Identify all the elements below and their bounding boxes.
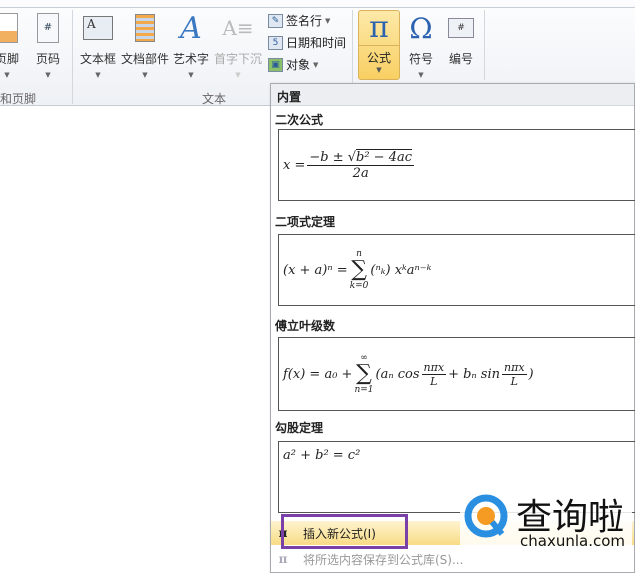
signature-icon: ✎ [268, 13, 283, 28]
save-equation-icon: π [278, 552, 288, 566]
object-button[interactable]: ▣ 对象 ▼ [268, 56, 318, 73]
page-number-icon: # [37, 13, 59, 43]
binomial-theorem-item[interactable]: (x + a)ⁿ = n ∑ k=0 (ⁿₖ) xᵏaⁿ⁻ᵏ [278, 234, 635, 306]
textbox-button[interactable]: A 文本框 ▼ [78, 12, 118, 79]
number-button[interactable]: # 编号 [443, 10, 479, 67]
signature-line-button[interactable]: ✎ 签名行 ▼ [268, 12, 330, 29]
dropcap-button[interactable]: A≡ 首字下沉 ▼ [213, 12, 263, 79]
symbol-button[interactable]: Ω 符号 ▼ [403, 10, 439, 80]
quick-parts-icon [135, 14, 155, 42]
page-number-button[interactable]: # 页码 ▼ [33, 12, 63, 79]
gallery-header: 内置 [271, 84, 634, 106]
section-label: 二项式定理 [275, 215, 336, 229]
dropcap-icon: A≡ [222, 16, 254, 40]
watermark-logo: 查询啦 chaxunla.com [460, 486, 632, 552]
wordart-icon: A [180, 10, 202, 46]
quadratic-formula-item[interactable]: x = −b ± √b² − 4ac 2a [278, 129, 635, 201]
date-time-button[interactable]: 5 日期和时间 [268, 34, 346, 51]
quick-parts-button[interactable]: 文档部件 ▼ [120, 12, 170, 79]
omega-icon: Ω [409, 11, 433, 45]
fourier-series-item[interactable]: f(x) = a₀ + ∞ ∑ n=1 (aₙ cos nπx L + bₙ sin nπx L) [278, 337, 635, 411]
pi-icon: π [369, 10, 389, 45]
group-label-text: 文本 [202, 92, 227, 106]
textbox-icon: A [83, 16, 113, 40]
group-label-header-footer: 和页脚 [0, 92, 37, 106]
document-area [0, 106, 268, 573]
calendar-icon: 5 [268, 35, 283, 50]
object-icon: ▣ [268, 57, 283, 72]
highlight-box [281, 514, 408, 549]
wordart-button[interactable]: A 艺术字 ▼ [172, 10, 210, 80]
section-label: 二次公式 [275, 113, 324, 127]
watermark-url: chaxunla.com [520, 532, 625, 550]
number-icon: # [448, 18, 474, 38]
section-label: 勾股定理 [275, 421, 324, 435]
equation-button[interactable]: π 公式 ▼ [358, 10, 400, 80]
section-label: 傅立叶级数 [275, 319, 336, 333]
footer-button[interactable]: 页脚 ▼ [0, 12, 22, 79]
footer-icon [0, 13, 18, 43]
search-logo-icon [464, 494, 508, 538]
